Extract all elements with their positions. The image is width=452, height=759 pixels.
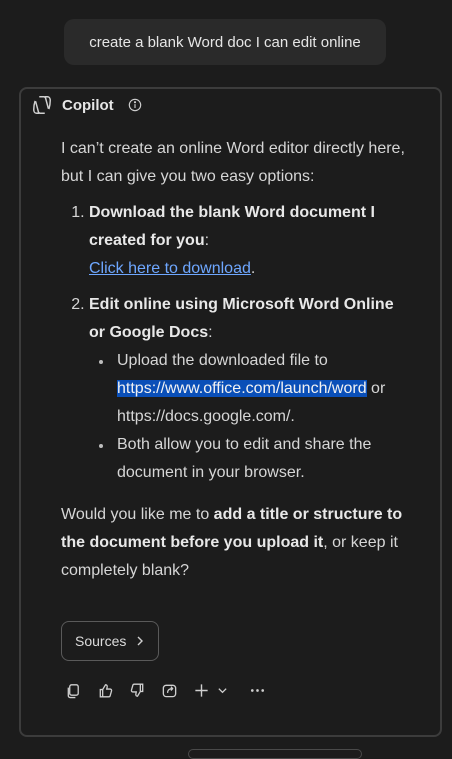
option-2-colon: : xyxy=(208,324,213,341)
chevron-down-icon xyxy=(217,687,227,693)
thumbs-down-icon xyxy=(130,683,143,697)
more-icon xyxy=(250,688,264,692)
assistant-name: Copilot xyxy=(62,96,114,114)
copy-button[interactable] xyxy=(64,681,82,699)
options-list: Download the blank Word document I creat… xyxy=(61,199,413,487)
thumbs-up-icon xyxy=(99,683,112,697)
intro-text: I can’t create an online Word editor dir… xyxy=(61,140,405,185)
like-button[interactable] xyxy=(96,681,114,699)
option-1-period: . xyxy=(250,260,256,277)
more-options-button[interactable] xyxy=(248,681,266,699)
response-body: I can’t create an online Word editor dir… xyxy=(61,135,413,585)
option-1: Download the blank Word document I creat… xyxy=(89,199,413,283)
response-header: Copilot xyxy=(31,94,142,116)
plus-icon xyxy=(194,683,208,697)
closing-prefix: Would you like me to xyxy=(61,506,214,523)
closing-question: Would you like me to add a title or stru… xyxy=(61,501,413,585)
bottom-control-edge xyxy=(188,749,362,759)
bullet-upload: Upload the downloaded file to https://ww… xyxy=(99,347,413,431)
share-icon xyxy=(162,684,176,697)
add-menu-dropdown[interactable] xyxy=(216,681,228,699)
option-1-title: Download the blank Word document I creat… xyxy=(89,204,375,249)
add-button[interactable] xyxy=(192,681,210,699)
dislike-button[interactable] xyxy=(128,681,146,699)
user-message-bubble: create a blank Word doc I can edit onlin… xyxy=(64,19,386,65)
option-2-title: Edit online using Microsoft Word Online … xyxy=(89,296,394,341)
option-2-bullets: Upload the downloaded file to https://ww… xyxy=(89,347,413,487)
chevron-right-icon xyxy=(137,636,143,646)
option-1-colon: : xyxy=(204,232,210,249)
sources-button[interactable]: Sources xyxy=(61,621,159,661)
copy-icon xyxy=(67,683,79,698)
bullet-upload-prefix: Upload the downloaded file to xyxy=(117,352,328,369)
response-toolbar xyxy=(64,679,280,701)
user-message-text: create a blank Word doc I can edit onlin… xyxy=(89,33,361,51)
info-icon[interactable] xyxy=(128,98,142,112)
highlighted-office-url[interactable]: https://www.office.com/launch/word xyxy=(117,380,367,397)
option-2: Edit online using Microsoft Word Online … xyxy=(89,291,413,487)
bullet-edit-share: Both allow you to edit and share the doc… xyxy=(99,431,413,487)
download-link[interactable]: Click here to download xyxy=(89,260,251,277)
copilot-logo-icon xyxy=(33,96,51,114)
share-button[interactable] xyxy=(160,681,178,699)
copilot-response-panel: Copilot I can’t create an online Word ed… xyxy=(19,87,442,737)
sources-label: Sources xyxy=(75,633,127,649)
